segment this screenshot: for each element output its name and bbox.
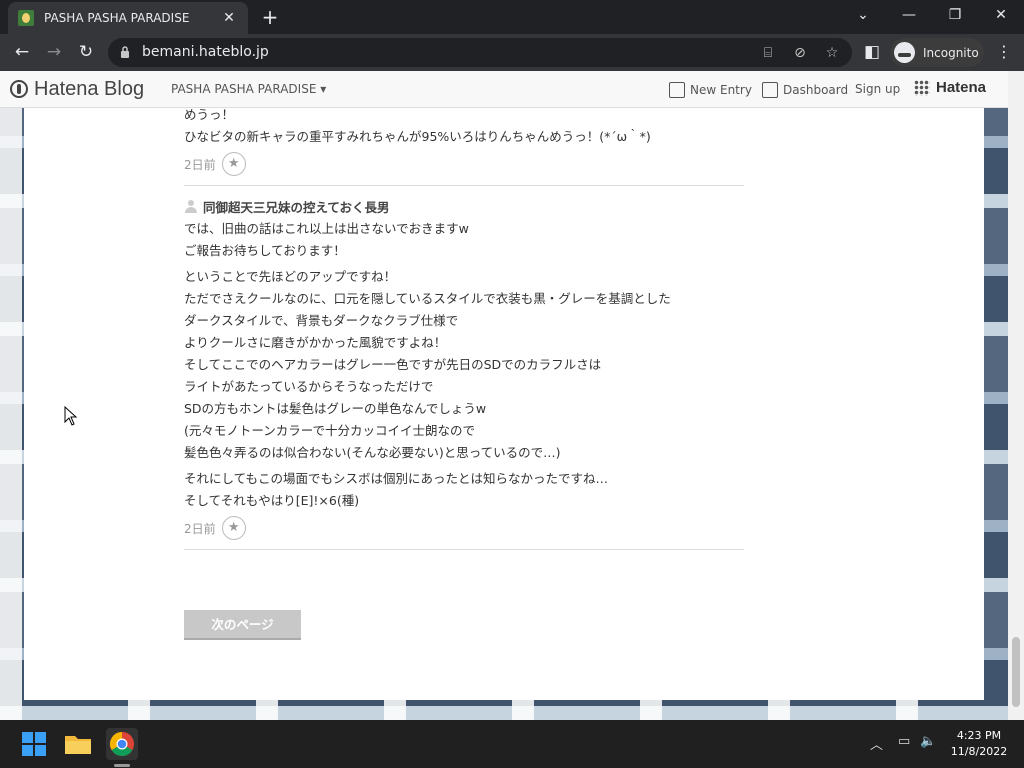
blog-name-dropdown[interactable]: PASHA PASHA PARADISE ▾ bbox=[171, 82, 326, 96]
hatena-blog-logo[interactable]: Hatena Blog bbox=[10, 78, 144, 100]
new-tab-plus-icon[interactable]: + bbox=[258, 6, 282, 30]
hatena-blog-logo-text: Hatena Blog bbox=[34, 77, 145, 100]
hatena-blog-logo-icon bbox=[10, 80, 28, 98]
next-page-button[interactable]: 次のページ bbox=[184, 610, 301, 640]
comment-meta: 2日前 ★ bbox=[184, 516, 744, 540]
add-star-icon[interactable]: ★ bbox=[221, 516, 246, 540]
browser-toolbar: ← → ↻ bemani.hateblo.jp ⌸ ⊘ ☆ ◧ Incognit… bbox=[0, 34, 1024, 71]
comment-text-line: ダークスタイルで、背景もダークなクラブ仕様で bbox=[184, 313, 459, 328]
hatena-logo-text: Hatena bbox=[936, 79, 987, 96]
minimize-icon[interactable]: — bbox=[886, 0, 932, 32]
new-entry-link[interactable]: New Entry bbox=[669, 82, 752, 98]
restore-icon[interactable]: ❐ bbox=[932, 0, 978, 32]
main-content: めうっ！ ひなビタの新キャラの重平すみれちゃんが95%いろはりんちゃんめうっ！(… bbox=[24, 107, 984, 700]
dashboard-icon bbox=[762, 82, 778, 98]
hatena-logo[interactable]: Hatena bbox=[914, 79, 986, 96]
hatena-dots-icon bbox=[914, 79, 930, 96]
scrollbar-thumb[interactable] bbox=[1012, 637, 1020, 707]
comment-date[interactable]: 2日前 bbox=[184, 156, 216, 173]
new-entry-label: New Entry bbox=[690, 83, 752, 97]
tray-chevron-icon[interactable]: ︿ bbox=[870, 734, 883, 753]
comment-date[interactable]: 2日前 bbox=[184, 520, 216, 537]
comment-author: 同御超天三兄妹の控えておく長男 bbox=[203, 199, 390, 215]
dashboard-label: Dashboard bbox=[783, 83, 849, 97]
close-tab-icon[interactable]: ✕ bbox=[220, 10, 238, 26]
comment: 同御超天三兄妹の控えておく長男 では、旧曲の話はこれ以上は出さないでおきますw … bbox=[184, 196, 744, 550]
page-scrollbar[interactable] bbox=[1008, 71, 1024, 720]
comment-text-line: そしてここでのヘアカラーはグレー一色ですが先日のSDでのカラフルさは bbox=[184, 357, 602, 372]
incognito-icon bbox=[894, 42, 915, 63]
clock-time: 4:23 PM bbox=[956, 729, 1002, 742]
windows-taskbar: ︿ ▭ 🔈 4:23 PM 11/8/2022 bbox=[0, 720, 1024, 768]
incognito-label: Incognito bbox=[923, 45, 979, 60]
comment-paragraph: ということで先ほどのアップですね！ ただでさえクールなのに、口元を隠しているスタ… bbox=[184, 266, 744, 464]
eye-off-icon[interactable]: ⊘ bbox=[790, 43, 810, 63]
reload-icon[interactable]: ↻ bbox=[74, 40, 98, 64]
browser-tab[interactable]: PASHA PASHA PARADISE ✕ bbox=[8, 2, 248, 34]
add-star-icon[interactable]: ★ bbox=[221, 152, 246, 176]
side-panel-icon[interactable]: ◧ bbox=[860, 40, 884, 64]
comment-text-line: ひなビタの新キャラの重平すみれちゃんが95%いろはりんちゃんめうっ！(*´ω｀*… bbox=[184, 129, 651, 144]
more-menu-icon[interactable]: ⋮ bbox=[994, 40, 1014, 64]
comment-text-line: めうっ！ bbox=[184, 107, 235, 122]
comment-text-line: ご報告お待ちしております！ bbox=[184, 243, 346, 258]
comment-list: めうっ！ ひなビタの新キャラの重平すみれちゃんが95%いろはりんちゃんめうっ！(… bbox=[184, 107, 744, 550]
user-avatar-icon bbox=[184, 199, 198, 213]
pencil-icon bbox=[669, 82, 685, 98]
volume-icon[interactable]: 🔈 bbox=[920, 734, 936, 749]
comment-text-line: (元々モノトーンカラーで十分カッコイイ士朗なので bbox=[184, 423, 476, 438]
close-window-icon[interactable]: ✕ bbox=[978, 0, 1024, 32]
comment-meta: 2日前 ★ bbox=[184, 152, 744, 176]
comment-text-line: 髪色色々弄るのは似合わない(そんな必要ない)と思っているので…) bbox=[184, 445, 561, 460]
clock-date: 11/8/2022 bbox=[950, 745, 1008, 758]
comment-text-line: よりクールさに磨きがかかった風貌ですよね！ bbox=[184, 335, 447, 350]
sign-up-link[interactable]: Sign up bbox=[855, 82, 900, 96]
hatena-global-header: Hatena Blog PASHA PASHA PARADISE ▾ New E… bbox=[0, 71, 1008, 108]
address-bar[interactable]: bemani.hateblo.jp ⌸ ⊘ ☆ bbox=[108, 38, 852, 67]
lock-icon bbox=[121, 46, 129, 58]
comment-text-line: それにしてもこの場面でもシスボは個別にあったとは知らなかったですね… bbox=[184, 471, 609, 486]
comment-text-line: SDの方もホントは髪色はグレーの単色なんでしょうw bbox=[184, 401, 487, 416]
comment-header: 同御超天三兄妹の控えておく長男 bbox=[184, 196, 744, 216]
comment: めうっ！ ひなビタの新キャラの重平すみれちゃんが95%いろはりんちゃんめうっ！(… bbox=[184, 104, 744, 186]
browser-tab-strip: PASHA PASHA PARADISE ✕ + ⌄ — ❐ ✕ bbox=[0, 0, 1024, 34]
comment-text-line: ということで先ほどのアップですね！ bbox=[184, 269, 397, 284]
chrome-taskbar-icon[interactable] bbox=[106, 728, 138, 760]
translate-icon[interactable]: ⌸ bbox=[758, 43, 778, 63]
windows-start-icon[interactable] bbox=[18, 728, 50, 760]
tab-title: PASHA PASHA PARADISE bbox=[44, 11, 190, 25]
system-clock[interactable]: 4:23 PM 11/8/2022 bbox=[944, 728, 1014, 760]
bookmark-star-icon[interactable]: ☆ bbox=[822, 43, 842, 63]
forward-arrow-icon[interactable]: → bbox=[42, 40, 66, 64]
dashboard-link[interactable]: Dashboard bbox=[762, 82, 848, 98]
site-favicon-icon bbox=[18, 10, 34, 26]
comment-divider bbox=[184, 549, 744, 550]
file-explorer-icon[interactable] bbox=[62, 728, 94, 760]
comment-divider bbox=[184, 185, 744, 186]
back-arrow-icon[interactable]: ← bbox=[10, 40, 34, 64]
comment-text-line: そしてそれもやはり[E]!×6(種) bbox=[184, 493, 360, 508]
incognito-badge[interactable]: Incognito bbox=[890, 38, 984, 67]
comment-text-line: ライトがあたっているからそうなっただけで bbox=[184, 379, 434, 394]
url-text: bemani.hateblo.jp bbox=[142, 44, 269, 60]
comment-paragraph: それにしてもこの場面でもシスボは個別にあったとは知らなかったですね… そしてそれ… bbox=[184, 468, 744, 512]
comment-text-line: では、旧曲の話はこれ以上は出さないでおきますw bbox=[184, 221, 469, 236]
comment-paragraph: では、旧曲の話はこれ以上は出さないでおきますw ご報告お待ちしております！ bbox=[184, 218, 744, 262]
page-viewport: Hatena Blog PASHA PASHA PARADISE ▾ New E… bbox=[0, 71, 1008, 720]
tab-search-chevron-icon[interactable]: ⌄ bbox=[840, 0, 886, 32]
active-app-indicator bbox=[114, 764, 130, 767]
network-icon[interactable]: ▭ bbox=[898, 734, 910, 749]
comment-text-line: ただでさえクールなのに、口元を隠しているスタイルで衣装も黒・グレーを基調とした bbox=[184, 291, 671, 306]
mouse-cursor-icon bbox=[64, 406, 78, 426]
